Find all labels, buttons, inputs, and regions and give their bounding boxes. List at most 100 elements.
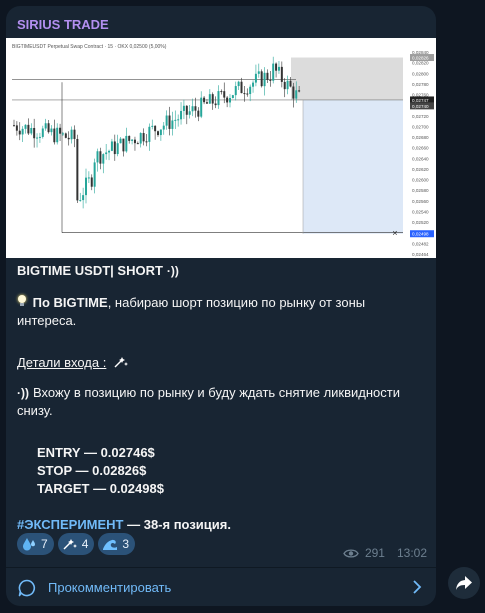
candle-body xyxy=(177,119,180,121)
candle-body xyxy=(171,120,174,129)
stop-text: STOP — 0.02826$ xyxy=(37,463,147,478)
candle-body xyxy=(67,137,70,140)
candle-body xyxy=(13,125,15,127)
candle-body xyxy=(263,72,266,87)
candle-body xyxy=(292,86,295,99)
post-line2: ·)) Вхожу в позицию по рынку и буду ждать… xyxy=(17,384,427,420)
target-price-label: 0,02498 xyxy=(412,232,429,237)
candle-body xyxy=(73,129,76,139)
candle-body xyxy=(108,150,111,153)
candle-body xyxy=(205,102,208,104)
candle-body xyxy=(191,106,194,112)
entry-line: ENTRY — 0.02746$ xyxy=(37,444,155,462)
post-line1: По BIGTIME, набираю шорт позицию по рынк… xyxy=(17,294,417,330)
candle-body xyxy=(277,66,280,71)
candle-body xyxy=(182,105,185,111)
candle-body xyxy=(283,81,286,90)
candle-body xyxy=(269,79,272,81)
reaction-count: 4 xyxy=(81,537,89,551)
candle-body xyxy=(280,66,283,82)
candle-body xyxy=(197,110,200,117)
line2-text: Вхожу в позицию по рынку и буду ждать сн… xyxy=(17,385,400,418)
price-tick-label: 0,02640 xyxy=(412,156,429,161)
candle-body xyxy=(295,90,298,99)
candle-body xyxy=(59,127,62,134)
target-zone xyxy=(303,99,403,234)
share-button[interactable] xyxy=(448,567,480,599)
candle-body xyxy=(61,133,64,135)
candle-body xyxy=(237,81,240,87)
candle-body xyxy=(36,137,39,139)
candle-body xyxy=(99,151,102,164)
stop-zone xyxy=(291,57,403,100)
drops-icon xyxy=(21,536,37,552)
price-tick-label: 0,02660 xyxy=(412,146,429,151)
message-time: 13:02 xyxy=(396,546,427,560)
candle-body xyxy=(87,177,90,179)
sparkle-icon xyxy=(62,536,78,552)
details-label: Детали входа : xyxy=(17,355,107,370)
candle-body xyxy=(82,195,85,201)
candle-body xyxy=(214,103,217,106)
candle-body xyxy=(53,128,56,143)
candlestick-chart: BIGTIMEUSDT Perpetual Swap Contract · 15… xyxy=(12,44,434,257)
price-tick-label: 0,02464 xyxy=(412,252,429,257)
candle-body xyxy=(165,115,168,126)
hashtag-line: #ЭКСПЕРИМЕНТ — 38-я позиция. xyxy=(17,516,231,534)
candle-body xyxy=(116,143,119,155)
candle-body xyxy=(102,154,105,164)
candle-body xyxy=(18,130,21,135)
candle-body xyxy=(157,131,159,136)
candle-body xyxy=(223,91,226,98)
candle-body xyxy=(249,86,252,95)
price-tick-label: 0,02580 xyxy=(412,188,429,193)
channel-name[interactable]: SIRIUS TRADE xyxy=(17,17,109,32)
candle-body xyxy=(105,152,108,155)
views-count: 291 xyxy=(364,546,385,560)
candle-body xyxy=(286,80,289,90)
soundwave-icon: ·)) xyxy=(17,386,29,400)
price-tick-label: 0,02680 xyxy=(412,135,429,140)
details-line: Детали входа : xyxy=(17,354,129,372)
candle-body xyxy=(122,138,125,152)
reaction-drops[interactable]: 7 xyxy=(17,533,54,555)
candle-body xyxy=(79,200,82,202)
reaction-sparkle[interactable]: 4 xyxy=(57,533,95,555)
candle-body xyxy=(110,141,113,151)
comment-icon xyxy=(18,579,36,597)
chart-image[interactable]: BIGTIMEUSDT Perpetual Swap Contract · 15… xyxy=(6,38,436,258)
candle-body xyxy=(254,73,257,83)
chevron-right-icon xyxy=(413,580,422,594)
candle-body xyxy=(188,111,191,115)
candle-body xyxy=(159,129,162,136)
candle-body xyxy=(289,80,292,87)
candle-body xyxy=(180,110,183,120)
target-line: TARGET — 0.02498$ xyxy=(37,480,164,498)
candle-body xyxy=(154,125,157,132)
comment-button[interactable]: Прокомментировать xyxy=(6,568,436,606)
cross-marker: ✕ xyxy=(392,231,398,238)
stop-price-label: 0,02826 xyxy=(412,56,429,61)
lightbulb-icon xyxy=(17,295,27,307)
eye-icon xyxy=(343,548,359,558)
candle-body xyxy=(133,139,136,144)
price-tick-label: 0,02700 xyxy=(412,124,429,129)
price-tick-label: 0,02482 xyxy=(412,241,429,246)
candle-body xyxy=(113,141,116,155)
position-text: — 38-я позиция. xyxy=(123,517,231,532)
hashtag-link[interactable]: #ЭКСПЕРИМЕНТ xyxy=(17,517,124,532)
reaction-wave[interactable]: 3 xyxy=(98,533,136,555)
candle-body xyxy=(119,138,122,144)
wave-icon xyxy=(102,536,118,552)
candle-body xyxy=(260,71,263,87)
price-tick-label: 0,02820 xyxy=(412,61,429,66)
candle-body xyxy=(90,177,93,187)
message-meta: 291 13:02 xyxy=(343,546,427,560)
candle-body xyxy=(142,133,145,142)
chart-header: BIGTIMEUSDT Perpetual Swap Contract · 15… xyxy=(12,44,167,50)
candle-body xyxy=(266,72,269,80)
candle-body xyxy=(15,125,18,131)
candle-body xyxy=(145,141,148,143)
price-tick-label: 0,02600 xyxy=(412,178,429,183)
share-icon xyxy=(456,576,472,590)
